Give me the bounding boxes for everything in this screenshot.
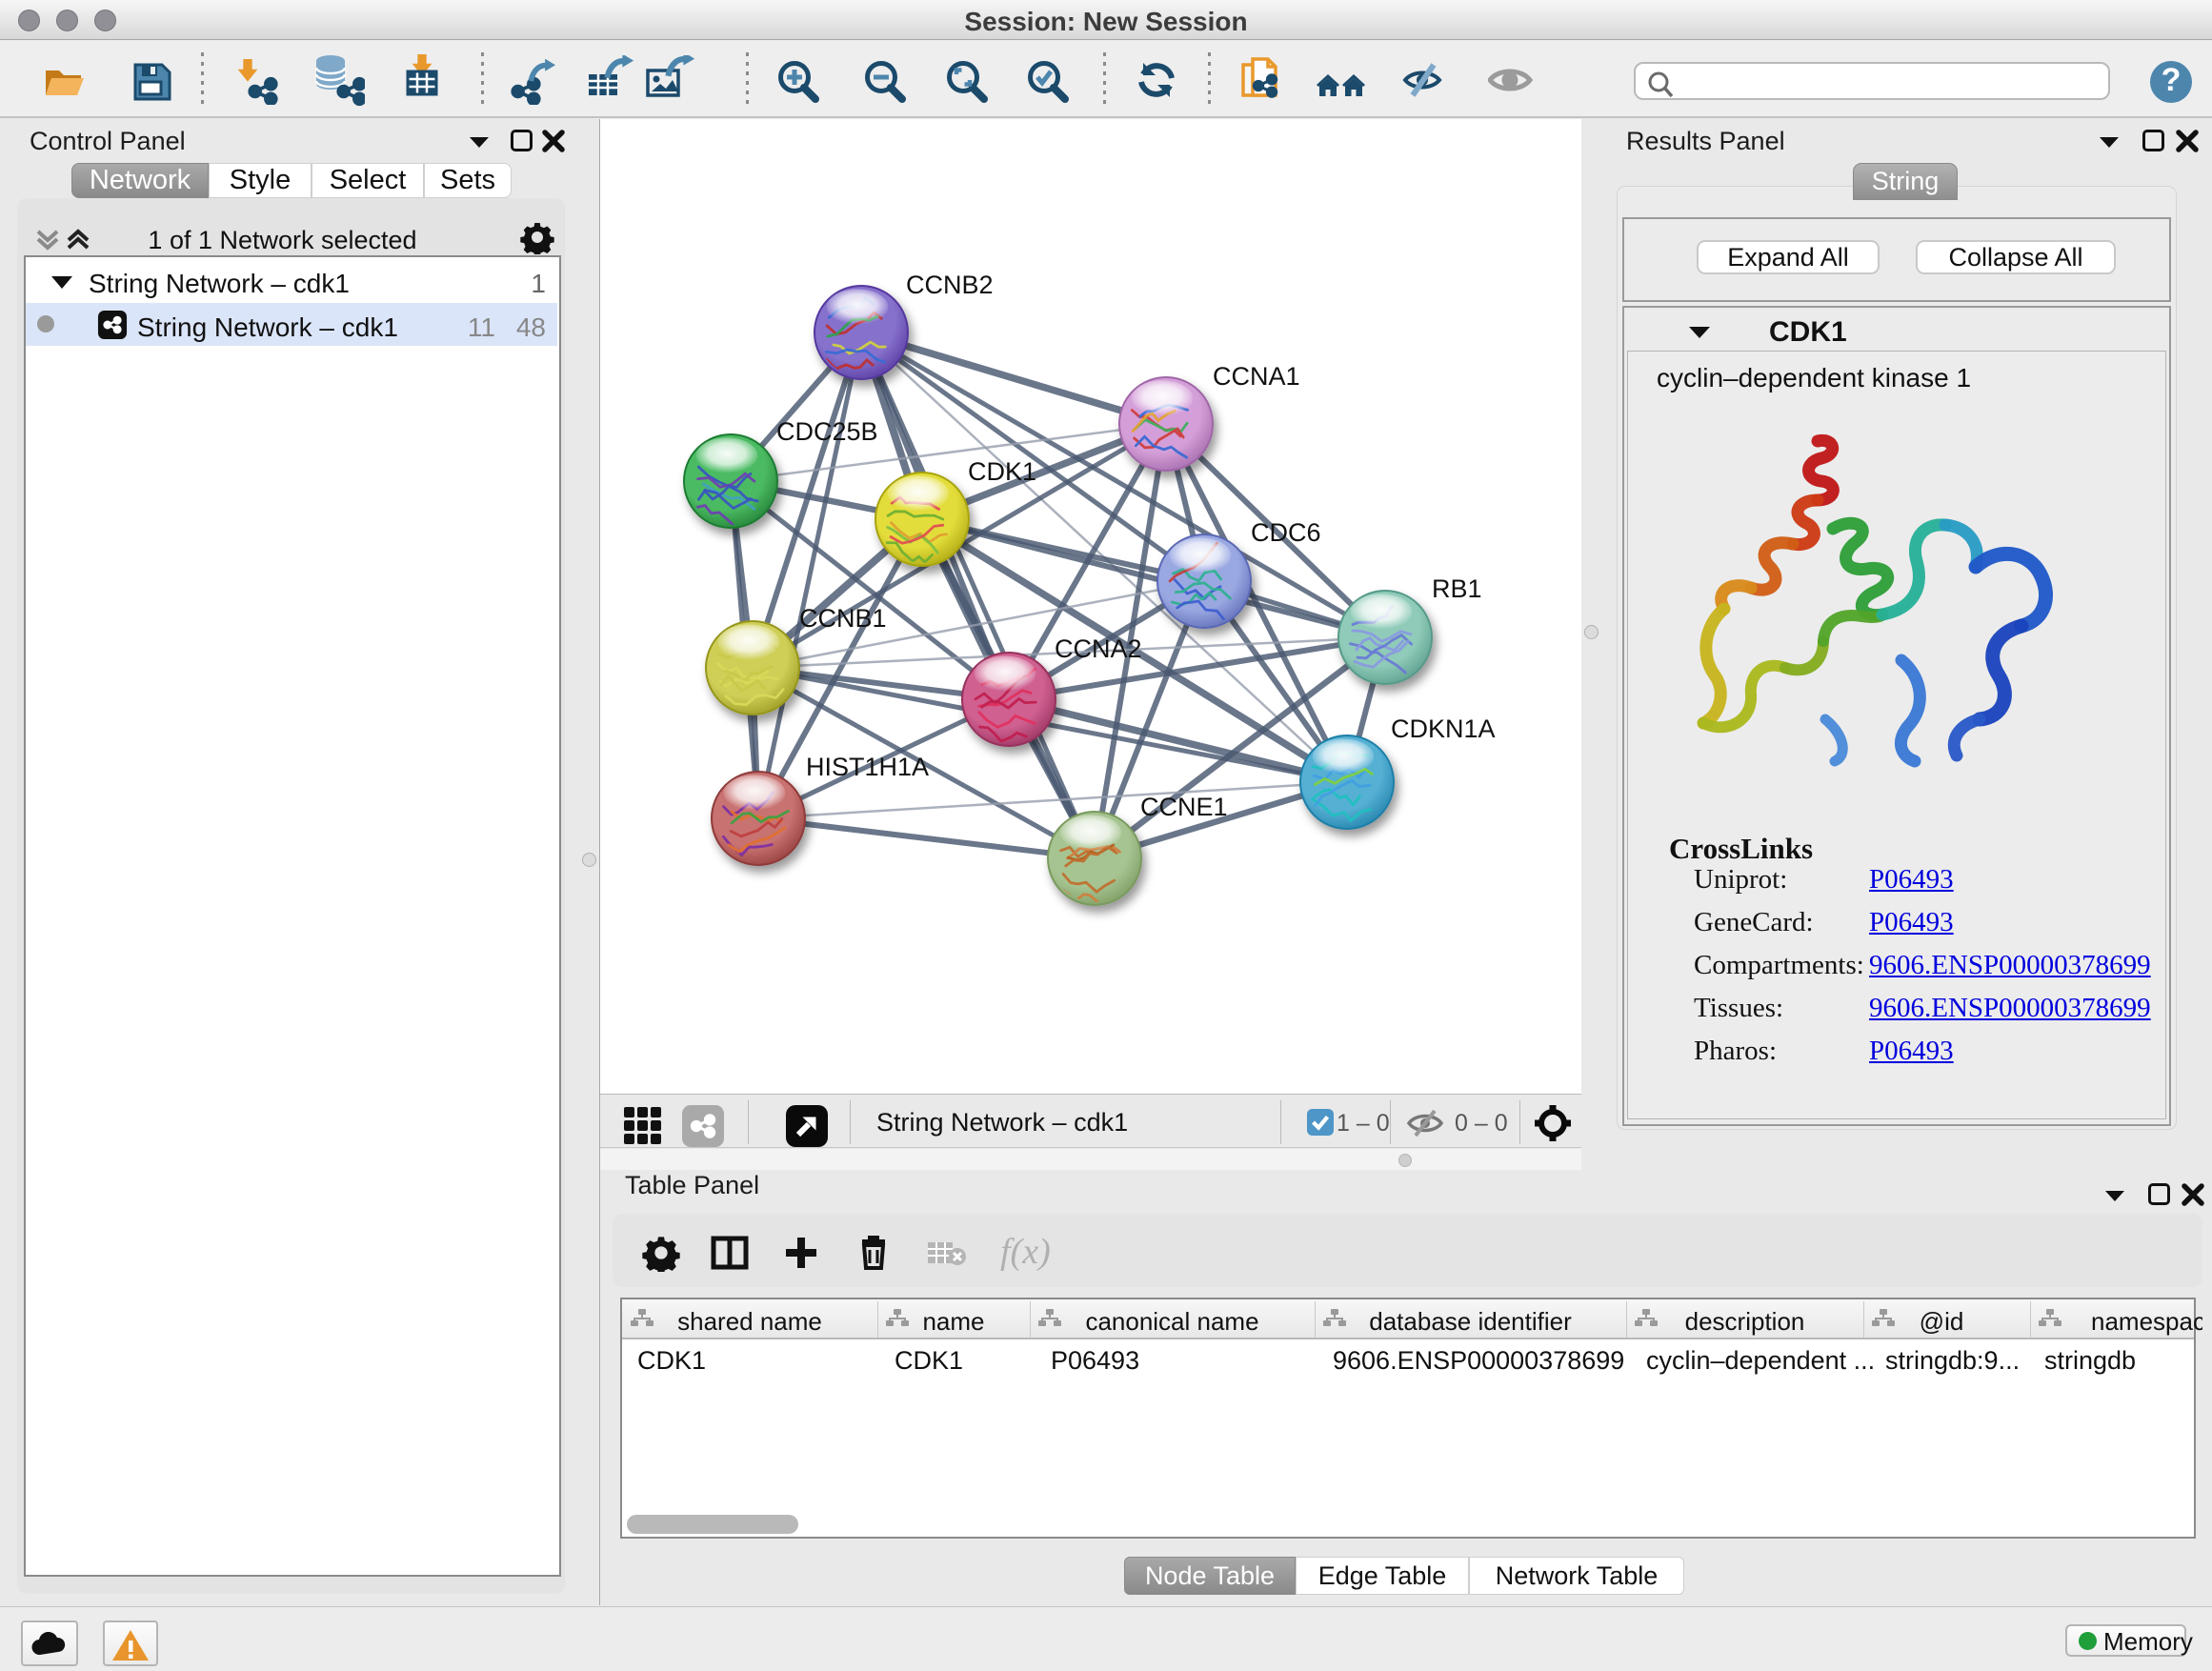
svg-text:CDC25B: CDC25B: [776, 417, 878, 446]
svg-text:RB1: RB1: [1432, 574, 1482, 603]
svg-text:?: ?: [2162, 62, 2182, 98]
svg-text:HIST1H1A: HIST1H1A: [806, 753, 929, 781]
svg-text:CCNA1: CCNA1: [1213, 362, 1300, 391]
svg-text:CDC6: CDC6: [1251, 518, 1321, 547]
svg-text:CCNB2: CCNB2: [906, 271, 994, 299]
svg-text:CDK1: CDK1: [968, 457, 1036, 486]
svg-text:CCNE1: CCNE1: [1140, 793, 1228, 821]
svg-text:CCNB1: CCNB1: [799, 604, 887, 633]
svg-text:CCNA2: CCNA2: [1055, 634, 1142, 663]
svg-text:CDKN1A: CDKN1A: [1391, 715, 1496, 743]
